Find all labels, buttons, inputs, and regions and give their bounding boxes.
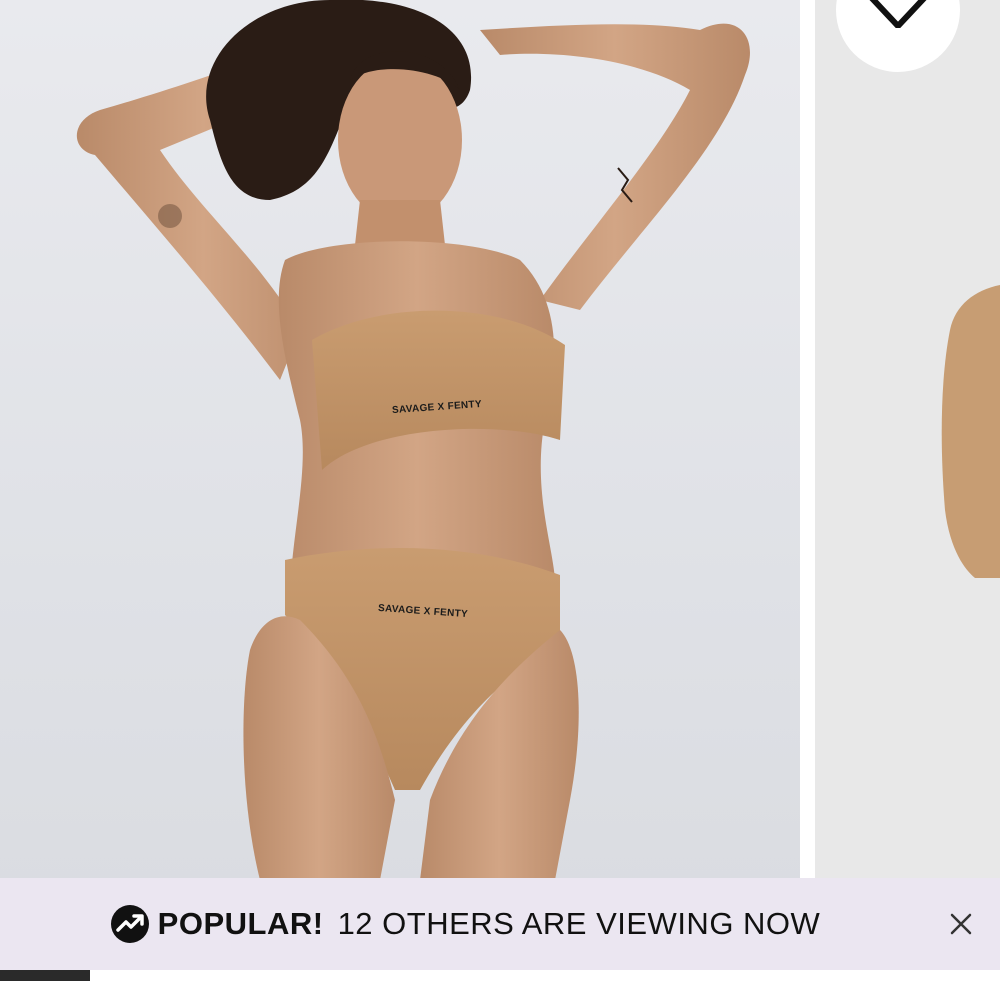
gallery-progress-fill [0, 970, 90, 981]
popular-label: POPULAR! [157, 906, 324, 941]
product-image-next[interactable] [815, 0, 1000, 970]
product-photo [76, 0, 750, 880]
popular-banner: POPULAR! 12 OTHERS ARE VIEWING NOW [0, 878, 1000, 970]
viewing-count-text: 12 OTHERS ARE VIEWING NOW [337, 906, 821, 941]
trending-up-icon [110, 905, 149, 943]
close-icon[interactable] [948, 911, 974, 937]
product-image-main[interactable]: SAVAGE X FENTY SAVAGE X FENTY [0, 0, 800, 970]
heart-outline-icon [869, 0, 927, 28]
gallery-progress [0, 970, 1000, 1000]
next-product-photo [941, 285, 1000, 578]
